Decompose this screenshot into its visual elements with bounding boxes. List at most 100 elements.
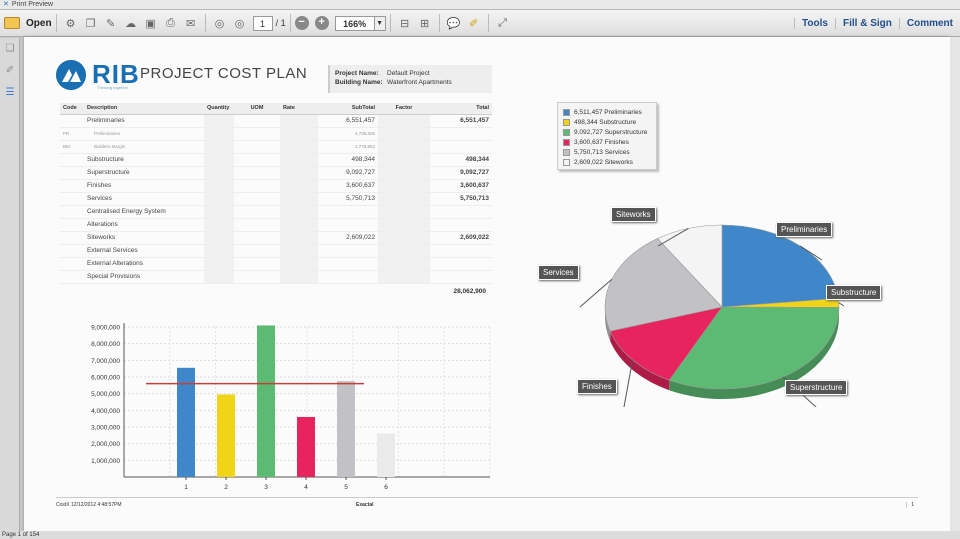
tools-link[interactable]: Tools [794,18,835,29]
toolbar-divider [289,14,291,32]
table-cell [234,218,280,232]
table-cell [60,257,84,271]
bar [257,325,275,477]
table-cell: 9,092,727 [430,166,492,180]
table-cell [60,192,84,206]
y-tick-label: 7,000,000 [91,358,120,365]
x-tick-label: 2 [224,484,228,491]
comment-icon[interactable]: 💬 [446,14,462,32]
left-sidebar: ❏ ✐ ☰ [0,38,20,531]
pages-icon[interactable]: ❏ [4,43,16,55]
y-tick-label: 2,000,000 [91,441,120,448]
table-cell [318,257,378,271]
cloud-icon[interactable]: ☁ [123,14,139,32]
table-cell [234,231,280,245]
x-tick-label: 5 [344,484,348,491]
page-total: / 1 [275,18,286,28]
table-cell: BM [60,140,84,154]
project-name: Default Project [387,70,430,77]
y-tick-label: 8,000,000 [91,341,120,348]
fit-width-icon[interactable]: ⊞ [417,14,433,32]
edit-icon[interactable]: ✎ [103,14,119,32]
page-number-input[interactable]: 1 [252,15,273,31]
legend-item: 9,092,727 Superstructure [563,127,651,137]
create-pdf-icon[interactable]: ⚙ [63,14,79,32]
table-cell: 3,600,637 [430,179,492,193]
page-footer: CostX 12/12/2012 4:48:57PM Exactal 1 [56,497,918,513]
table-cell [378,114,430,128]
attachment-icon[interactable]: ✐ [4,65,16,77]
bar [297,416,315,477]
vertical-scrollbar[interactable] [950,37,960,531]
chevron-down-icon[interactable]: ▼ [374,15,386,31]
bookmarks-icon[interactable]: ☰ [4,87,16,99]
fill-sign-link[interactable]: Fill & Sign [834,18,899,29]
table-cell [234,114,280,128]
table-row: External Services [60,244,492,258]
bar [217,394,235,477]
next-page-icon[interactable]: ◎ [232,14,248,32]
comment-link[interactable]: Comment [898,18,960,29]
company-logo: RIB Thinking together [56,59,140,90]
folder-icon [4,17,20,29]
table-cell [280,140,318,154]
table-cell: 1,775,852 [318,140,378,154]
combine-icon[interactable]: ❐ [83,14,99,32]
zoom-input[interactable]: 166% [334,15,375,31]
table-cell [60,270,84,284]
pie-label: Siteworks [611,207,656,222]
zoom-in-button[interactable]: + [314,16,329,30]
table-cell: Special Provisions [84,270,204,284]
zoom-out-button[interactable]: − [294,16,309,30]
table-cell: 498,344 [430,153,492,167]
footer-page-number: 1 [906,502,914,508]
table-cell [378,166,430,180]
highlight-icon[interactable]: ✐ [466,14,482,32]
table-cell [430,140,492,154]
table-cell [378,218,430,232]
col-quantity: Quantity [204,103,234,115]
table-cell [378,257,430,271]
y-tick-label: 6,000,000 [91,375,120,382]
email-icon[interactable]: ✉ [183,14,199,32]
legend-swatch [563,118,570,126]
legend-swatch [563,108,570,116]
table-cell [280,114,318,128]
legend-item: 2,609,022 Siteworks [563,157,651,167]
legend-item: 5,750,713 Services [563,147,651,157]
prev-page-icon[interactable]: ◎ [212,14,228,32]
table-row: Finishes 3,600,637 3,600,637 [60,179,492,193]
open-button[interactable]: Open [4,17,52,29]
table-cell: 5,750,713 [430,192,492,206]
table-cell [430,205,492,219]
open-label: Open [26,17,52,29]
table-row: Centralised Energy System [60,205,492,219]
pie-label: Substructure [826,285,882,300]
table-row: PR Preliminaries 4,735,605 [60,127,492,141]
building-name-label: Building Name: [335,79,383,86]
toolbar-divider [438,14,440,32]
pie-legend: 6,511,457 Preliminaries 498,344 Substruct… [557,102,657,170]
project-info-box: Project Name: Default Project Building Na… [328,65,492,93]
legend-swatch [563,128,570,136]
table-cell [318,218,378,232]
table-cell [204,244,234,258]
table-cell: Alterations [84,218,204,232]
table-cell: PR [60,127,84,141]
expand-icon[interactable]: ⤢ [495,14,511,32]
table-cell [280,153,318,167]
table-cell [430,244,492,258]
table-cell: 9,092,727 [318,166,378,180]
fit-page-icon[interactable]: ⊟ [397,14,413,32]
footer-company: Exactal [356,502,374,508]
table-cell [234,192,280,206]
col-total: Total [430,103,492,115]
legend-label: 3,600,637 Finishes [574,138,629,146]
pie-label: Finishes [577,379,617,394]
table-cell: External Alterations [84,257,204,271]
save-icon[interactable]: ▣ [143,14,159,32]
print-icon[interactable]: ⎙ [163,14,179,32]
table-cell [280,218,318,232]
table-cell [60,218,84,232]
table-cell: Substructure [84,153,204,167]
